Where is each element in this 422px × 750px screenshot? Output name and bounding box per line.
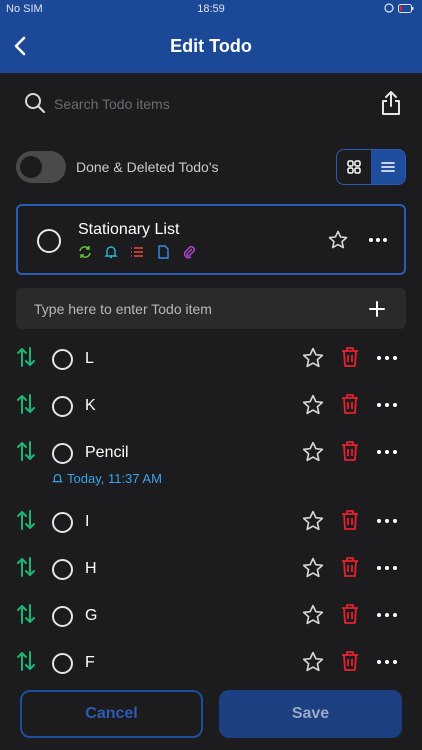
grid-icon [347, 160, 361, 174]
trash-icon[interactable] [340, 603, 360, 630]
search-bar [16, 86, 406, 122]
clock: 18:59 [197, 3, 225, 15]
todo-label: Pencil [85, 444, 129, 461]
plus-icon[interactable] [368, 300, 386, 323]
todo-item: K [0, 387, 422, 427]
search-input[interactable] [54, 92, 354, 116]
new-todo-input[interactable] [34, 298, 354, 320]
reminder-text: Today, 11:37 AM [67, 471, 162, 486]
trash-icon[interactable] [340, 650, 360, 677]
reminder-time: Today, 11:37 AM [52, 471, 162, 486]
done-deleted-toggle[interactable] [16, 151, 66, 183]
trash-icon[interactable] [340, 509, 360, 536]
reorder-arrows-icon[interactable] [16, 650, 36, 677]
toggle-label: Done & Deleted Todo's [76, 159, 219, 175]
trash-icon[interactable] [340, 556, 360, 583]
search-icon [24, 92, 46, 119]
reorder-arrows-icon[interactable] [16, 346, 36, 373]
save-button[interactable]: Save [219, 690, 402, 738]
todo-checkbox[interactable] [52, 443, 73, 464]
reorder-arrows-icon[interactable] [16, 509, 36, 536]
todo-checkbox[interactable] [52, 559, 73, 580]
more-options-icon[interactable] [376, 511, 398, 536]
status-icons [384, 3, 414, 16]
todo-item: L [0, 340, 422, 380]
list-name: Stationary List [78, 221, 180, 238]
favorite-star-icon[interactable] [302, 441, 324, 468]
favorite-star-icon[interactable] [328, 230, 348, 255]
todo-item: Pencil Today, 11:37 AM [0, 434, 422, 486]
trash-icon[interactable] [340, 440, 360, 467]
todo-label: H [85, 560, 97, 577]
view-mode-switch [336, 149, 406, 185]
lock-rotation-icon [384, 3, 394, 16]
todo-label: K [85, 397, 96, 414]
todo-label: I [85, 513, 90, 530]
reorder-arrows-icon[interactable] [16, 556, 36, 583]
list-view-button[interactable] [371, 150, 405, 184]
more-options-icon[interactable] [376, 652, 398, 677]
bell-icon [104, 245, 118, 264]
more-options-icon[interactable] [368, 230, 388, 255]
checklist-icon [130, 245, 144, 264]
attachment-icon [182, 245, 196, 264]
toggle-knob [20, 156, 42, 178]
note-icon [156, 245, 170, 264]
status-bar: No SIM 18:59 [0, 0, 422, 20]
battery-icon [398, 3, 414, 16]
todo-checkbox[interactable] [52, 512, 73, 533]
grid-view-button[interactable] [337, 150, 371, 184]
add-item-bar [16, 288, 406, 329]
reorder-arrows-icon[interactable] [16, 440, 36, 467]
repeat-icon [78, 245, 92, 264]
more-options-icon[interactable] [376, 558, 398, 583]
more-options-icon[interactable] [376, 395, 398, 420]
todo-checkbox[interactable] [52, 606, 73, 627]
todo-list-card[interactable]: Stationary List [16, 204, 406, 275]
trash-icon[interactable] [340, 346, 360, 373]
more-options-icon[interactable] [376, 605, 398, 630]
page-title: Edit Todo [170, 36, 252, 56]
favorite-star-icon[interactable] [302, 557, 324, 584]
todo-item: G [0, 597, 422, 637]
filter-row: Done & Deleted Todo's [16, 148, 406, 186]
reorder-arrows-icon[interactable] [16, 603, 36, 630]
favorite-star-icon[interactable] [302, 347, 324, 374]
todo-item: I [0, 503, 422, 543]
more-options-icon[interactable] [376, 442, 398, 467]
todo-label: G [85, 607, 98, 624]
favorite-star-icon[interactable] [302, 651, 324, 678]
list-icon [381, 162, 395, 172]
todo-item: H [0, 550, 422, 590]
favorite-star-icon[interactable] [302, 394, 324, 421]
trash-icon[interactable] [340, 393, 360, 420]
todo-checkbox[interactable] [52, 349, 73, 370]
bell-icon [52, 474, 63, 483]
todo-checkbox[interactable] [52, 396, 73, 417]
favorite-star-icon[interactable] [302, 510, 324, 537]
more-options-icon[interactable] [376, 348, 398, 373]
todo-checkbox[interactable] [52, 653, 73, 674]
reorder-arrows-icon[interactable] [16, 393, 36, 420]
cancel-button[interactable]: Cancel [20, 690, 203, 738]
list-badges [78, 245, 196, 264]
favorite-star-icon[interactable] [302, 604, 324, 631]
nav-header: Edit Todo [0, 20, 422, 73]
todo-label: F [85, 654, 95, 671]
share-icon[interactable] [380, 90, 402, 121]
footer-actions: Cancel Save [0, 688, 422, 750]
todo-label: L [85, 350, 94, 367]
list-complete-checkbox[interactable] [37, 229, 61, 253]
todo-item: F [0, 644, 422, 684]
